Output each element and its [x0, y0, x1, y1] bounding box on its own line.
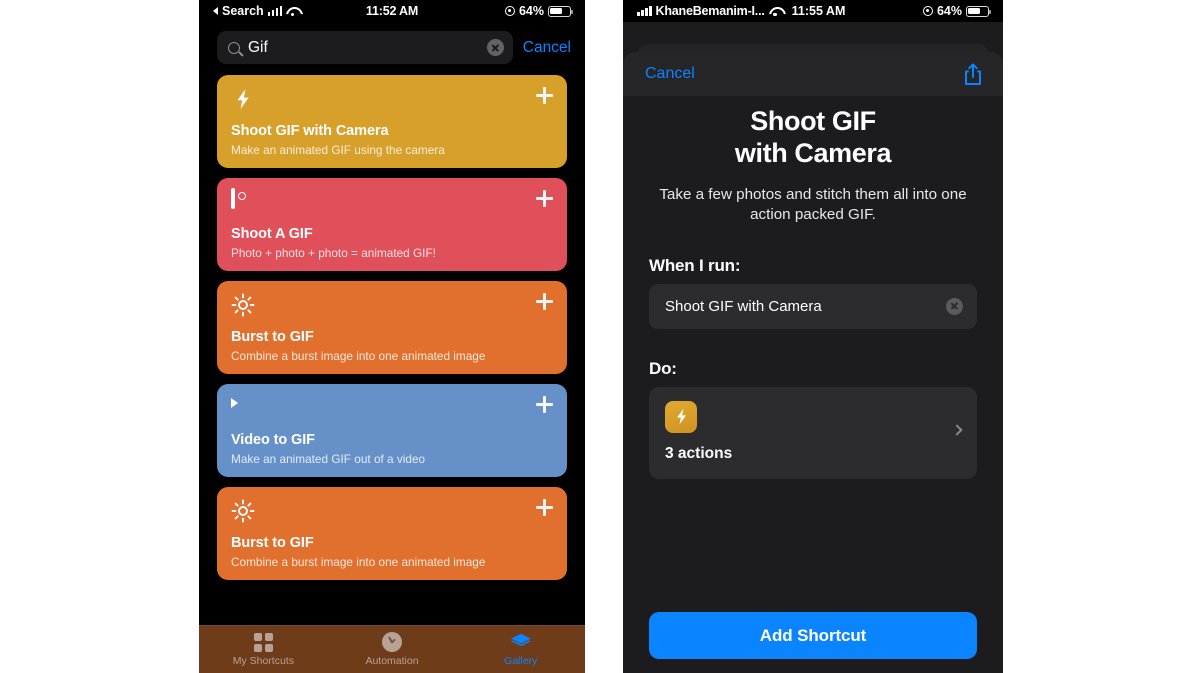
add-shortcut-plus-icon[interactable]: [536, 190, 553, 207]
tab-label: My Shortcuts: [232, 654, 294, 667]
right-phone-screen: KhaneBemanim-I... 11:55 AM 64% Cancel Sh…: [623, 0, 1003, 673]
card-title: Burst to GIF: [231, 535, 314, 551]
card-title: Burst to GIF: [231, 329, 314, 345]
clock-icon: [382, 632, 402, 652]
actions-row[interactable]: 3 actions: [649, 386, 977, 479]
shortcut-card[interactable]: Burst to GIF Combine a burst image into …: [217, 487, 567, 580]
wifi-icon: [769, 6, 782, 17]
cellular-bars-icon: [267, 6, 283, 16]
shortcut-card[interactable]: Shoot A GIF Photo + photo + photo = anim…: [217, 178, 567, 271]
battery-icon: [966, 5, 992, 17]
card-subtitle: Make an animated GIF out of a video: [231, 452, 426, 466]
modal-sheet-stack: Cancel Shoot GIF with Camera Take a few …: [623, 22, 1003, 673]
page-title: Shoot GIF with Camera: [649, 106, 977, 169]
card-subtitle: Combine a burst image into one animated …: [231, 555, 486, 569]
search-bar-row: Gif Cancel: [199, 22, 585, 75]
cancel-button[interactable]: Cancel: [645, 65, 695, 83]
tab-label: Gallery: [504, 654, 538, 667]
add-shortcut-plus-icon[interactable]: [536, 499, 553, 516]
card-subtitle: Combine a burst image into one animated …: [231, 349, 486, 363]
battery-percent-label: 64%: [936, 4, 962, 18]
back-arrow-icon[interactable]: [213, 7, 218, 15]
sun-burst-icon: [231, 293, 255, 317]
card-title: Shoot GIF with Camera: [231, 123, 389, 139]
sheet-header: Cancel: [623, 52, 1003, 96]
card-title: Shoot A GIF: [231, 226, 313, 242]
card-top-row: [231, 188, 553, 216]
tab-label: Automation: [365, 655, 419, 667]
status-bar-time: 11:55 AM: [791, 4, 846, 18]
add-shortcut-plus-icon[interactable]: [536, 293, 553, 310]
tab-automation[interactable]: Automation: [328, 632, 457, 667]
actions-count-label: 3 actions: [665, 444, 733, 462]
shortcut-card-list: Shoot GIF with Camera Make an animated G…: [199, 75, 585, 580]
add-shortcut-plus-icon[interactable]: [536, 87, 553, 104]
search-query-text: Gif: [248, 38, 268, 56]
when-i-run-label: When I run:: [649, 255, 741, 275]
clear-search-icon[interactable]: [486, 39, 504, 56]
search-cancel-button[interactable]: Cancel: [523, 39, 571, 57]
shortcut-detail-sheet: Cancel Shoot GIF with Camera Take a few …: [623, 52, 1003, 673]
card-top-row: [231, 293, 553, 319]
do-label: Do:: [649, 358, 677, 378]
tab-my-shortcuts[interactable]: My Shortcuts: [199, 632, 328, 667]
sun-burst-icon: [231, 499, 255, 523]
card-top-row: [231, 499, 553, 525]
clear-name-icon[interactable]: [946, 297, 963, 315]
tab-gallery[interactable]: Gallery: [456, 633, 585, 667]
shortcut-name-value: Shoot GIF with Camera: [665, 297, 822, 315]
shortcut-card[interactable]: Burst to GIF Combine a burst image into …: [217, 281, 567, 374]
bolt-icon: [231, 87, 255, 111]
cellular-bars-icon: [637, 6, 652, 16]
share-icon[interactable]: [963, 63, 983, 86]
layers-icon: [510, 633, 532, 652]
card-subtitle: Photo + photo + photo = animated GIF!: [231, 246, 436, 260]
bottom-tab-bar: My Shortcuts Automation Gallery: [199, 625, 585, 673]
chevron-right-icon: [951, 423, 963, 436]
card-top-row: [231, 87, 553, 113]
right-status-bar: KhaneBemanim-I... 11:55 AM 64%: [623, 0, 1003, 22]
page-title-line2: with Camera: [734, 137, 892, 168]
shortcut-description: Take a few photos and stitch them all in…: [659, 186, 967, 224]
status-bar-left-group: Search: [213, 4, 299, 18]
wifi-icon: [286, 6, 299, 17]
add-shortcut-plus-icon[interactable]: [536, 396, 553, 413]
bolt-icon: [665, 400, 697, 433]
battery-percent-label: 64%: [518, 4, 544, 18]
left-status-bar: Search 11:52 AM 64%: [199, 0, 585, 22]
shortcut-card[interactable]: Shoot GIF with Camera Make an animated G…: [217, 75, 567, 168]
location-arrow-icon: [504, 6, 515, 16]
camera-icon: [231, 188, 255, 214]
location-arrow-icon: [922, 6, 933, 16]
page-title-line1: Shoot GIF: [750, 106, 876, 136]
carrier-label: KhaneBemanim-I...: [655, 4, 765, 18]
video-camera-icon: [231, 396, 255, 420]
shortcut-name-input[interactable]: Shoot GIF with Camera: [649, 283, 977, 329]
add-shortcut-button[interactable]: Add Shortcut: [649, 612, 977, 659]
left-phone-screen: Search 11:52 AM 64% Gif Cancel Shoot GIF…: [199, 0, 585, 673]
search-input[interactable]: Gif: [217, 31, 513, 64]
back-app-label[interactable]: Search: [222, 4, 264, 18]
shortcut-card[interactable]: Video to GIF Make an animated GIF out of…: [217, 384, 567, 477]
search-icon: [228, 41, 240, 54]
card-subtitle: Make an animated GIF using the camera: [231, 143, 445, 157]
card-top-row: [231, 396, 553, 422]
status-bar-left-group: KhaneBemanim-I... 11:55 AM: [637, 4, 845, 18]
battery-icon: [548, 5, 574, 17]
status-bar-right-group: 64%: [922, 4, 992, 18]
status-bar-right-group: 64%: [504, 4, 574, 18]
card-title: Video to GIF: [231, 432, 315, 448]
grid-icon: [253, 632, 273, 652]
sheet-body: Shoot GIF with Camera Take a few photos …: [623, 96, 1003, 479]
